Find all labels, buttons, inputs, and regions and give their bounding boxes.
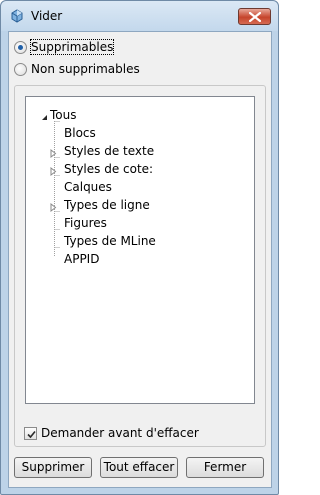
radio-button-checked[interactable] bbox=[14, 40, 27, 54]
tree-root-label: Tous bbox=[50, 108, 77, 122]
tree-item-label: Types de MLine bbox=[64, 234, 156, 248]
radio-button[interactable] bbox=[14, 62, 27, 76]
tree-item-styles-de-cote[interactable]: Styles de cote: bbox=[64, 161, 153, 177]
tree-item-styles-de-texte[interactable]: Styles de texte bbox=[64, 143, 154, 159]
purge-dialog: Vider Supprimables Non supprimables Tous… bbox=[0, 0, 279, 495]
purge-button[interactable]: Supprimer bbox=[14, 457, 92, 478]
tree-item-label: Calques bbox=[64, 180, 112, 194]
close-button[interactable]: Fermer bbox=[186, 457, 264, 478]
dialog-client-area: Supprimables Non supprimables Tous Blocs… bbox=[8, 31, 272, 488]
tree-item-types-de-ligne[interactable]: Types de ligne bbox=[64, 197, 150, 213]
tree-item-calques[interactable]: Calques bbox=[64, 179, 112, 195]
purge-all-button[interactable]: Tout effacer bbox=[100, 457, 178, 478]
confirm-checkbox-label: Demander avant d'effacer bbox=[41, 426, 199, 440]
tree-item-label: Styles de texte bbox=[64, 144, 155, 158]
radio-non-purgeable-label: Non supprimables bbox=[31, 62, 140, 76]
expand-arrow-icon[interactable] bbox=[49, 201, 58, 213]
tree-item-appid[interactable]: APPID bbox=[64, 251, 99, 267]
radio-purgeable[interactable]: Supprimables bbox=[14, 39, 115, 55]
confirm-checkbox[interactable] bbox=[24, 426, 37, 440]
tree-item-blocs[interactable]: Blocs bbox=[64, 125, 96, 141]
tree-item-label: APPID bbox=[64, 252, 100, 266]
confirm-checkbox-row[interactable]: Demander avant d'effacer bbox=[24, 425, 199, 441]
tree-item-label: Styles de cote: bbox=[64, 162, 154, 176]
purge-app-icon bbox=[9, 8, 25, 24]
collapse-arrow-icon[interactable] bbox=[40, 111, 49, 120]
tree-item-figures[interactable]: Figures bbox=[64, 215, 107, 231]
tree-root-node[interactable]: Tous bbox=[50, 107, 77, 123]
close-icon bbox=[249, 12, 261, 22]
expand-arrow-icon[interactable] bbox=[49, 147, 58, 159]
radio-non-purgeable[interactable]: Non supprimables bbox=[14, 61, 140, 77]
close-window-button[interactable] bbox=[238, 8, 271, 25]
title-bar[interactable]: Vider bbox=[1, 1, 278, 31]
window-title: Vider bbox=[31, 9, 63, 23]
checkmark-icon bbox=[27, 430, 36, 438]
tree-item-label: Types de ligne bbox=[64, 198, 150, 212]
items-groupbox: Tous Blocs Styles de texte Styles de cot… bbox=[14, 85, 266, 447]
tree-item-label: Figures bbox=[64, 216, 107, 230]
expand-arrow-icon[interactable] bbox=[49, 165, 58, 177]
radio-purgeable-label: Supprimables bbox=[29, 39, 115, 55]
tree-item-label: Blocs bbox=[64, 126, 96, 140]
purge-tree-view[interactable]: Tous Blocs Styles de texte Styles de cot… bbox=[25, 96, 255, 404]
tree-item-types-de-mline[interactable]: Types de MLine bbox=[64, 233, 156, 249]
